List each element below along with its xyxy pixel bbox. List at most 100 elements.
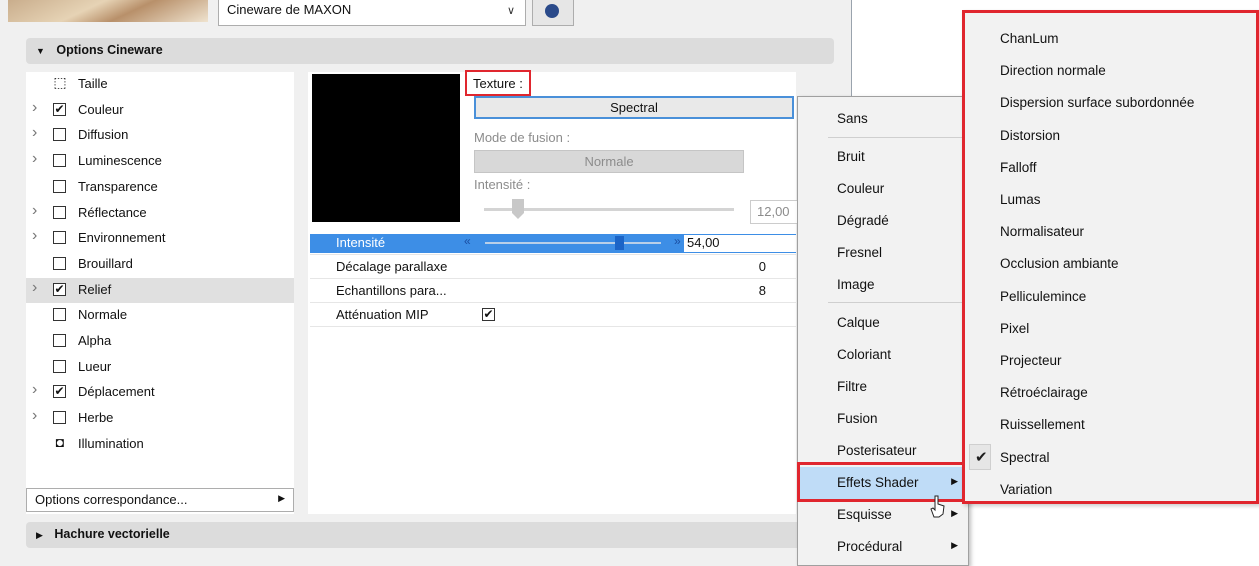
texture-preview	[312, 74, 460, 222]
channel-checkbox[interactable]	[53, 231, 66, 245]
expand-chevron-icon[interactable]: ›	[32, 227, 37, 245]
section-title: Hachure vectorielle	[54, 527, 170, 541]
channel-item[interactable]: › ✔ Couleur	[26, 98, 294, 123]
channel-item[interactable]: › Herbe	[26, 406, 294, 431]
submenu-item[interactable]: ChanLum	[965, 23, 1255, 55]
property-row-decalage[interactable]: Décalage parallaxe 0	[310, 258, 796, 277]
expand-chevron-icon[interactable]: ›	[32, 150, 37, 168]
menu-item[interactable]: Image	[798, 269, 968, 301]
menu-item-label: Bruit	[837, 149, 865, 164]
channel-checkbox[interactable]	[53, 205, 66, 219]
intensite-value-field[interactable]: 54,00	[684, 235, 796, 252]
channel-item[interactable]: ⬚ Taille	[26, 72, 294, 97]
options-correspondance-label: Options correspondance...	[35, 492, 188, 507]
double-chevron-right-icon[interactable]: »	[674, 234, 681, 248]
channel-checkbox[interactable]: ✔	[53, 102, 66, 116]
channel-item[interactable]: Transparence	[26, 175, 294, 200]
submenu-item[interactable]: Occlusion ambiante	[965, 248, 1255, 280]
intensity-value-field[interactable]: 12,00	[750, 200, 800, 224]
menu-item[interactable]: Coloriant	[798, 339, 968, 371]
triangle-right-icon: ▶	[278, 493, 285, 503]
intensite-slider-thumb[interactable]	[615, 236, 625, 250]
submenu-arrow-icon: ▶	[951, 540, 958, 550]
double-chevron-left-icon[interactable]: «	[464, 234, 471, 248]
intensity-label: Intensité :	[474, 177, 531, 192]
texture-select-button[interactable]: Spectral	[474, 96, 794, 119]
property-value[interactable]: 8	[759, 283, 766, 298]
renderer-settings-button[interactable]	[532, 0, 574, 26]
effets-shader-submenu: ChanLum Direction normale Dispersion surfa…	[962, 10, 1259, 504]
channel-checkbox[interactable]	[53, 179, 66, 193]
submenu-item-label: Projecteur	[1000, 353, 1062, 368]
submenu-item[interactable]: Falloff	[965, 152, 1255, 184]
submenu-item[interactable]: Pelliculemince	[965, 281, 1255, 313]
property-row-intensite[interactable]: Intensité « » 54,00	[310, 234, 796, 253]
menu-item[interactable]: Couleur	[798, 173, 968, 205]
submenu-item[interactable]: Ruissellement	[965, 409, 1255, 441]
mouse-cursor-icon	[930, 495, 946, 522]
channel-item[interactable]: › Réflectance	[26, 201, 294, 226]
menu-item[interactable]: Fresnel	[798, 237, 968, 269]
expand-chevron-icon[interactable]: ›	[32, 124, 37, 142]
channel-checkbox[interactable]	[53, 359, 66, 373]
intensite-slider-track[interactable]	[485, 242, 661, 244]
expand-chevron-icon[interactable]: ›	[32, 202, 37, 220]
submenu-item[interactable]: Distorsion	[965, 120, 1255, 152]
channel-checkbox[interactable]	[53, 128, 66, 142]
menu-item[interactable]: Sans	[798, 103, 968, 135]
options-correspondance-button[interactable]: Options correspondance... ▶	[26, 488, 294, 512]
chevron-down-icon: ∨	[506, 5, 515, 17]
submenu-item[interactable]: Dispersion surface subordonnée	[965, 87, 1255, 119]
expand-chevron-icon[interactable]: ›	[32, 279, 37, 297]
channel-item[interactable]: › Environnement	[26, 226, 294, 251]
channel-label: Diffusion	[78, 127, 129, 143]
channel-item[interactable]: › Luminescence	[26, 149, 294, 174]
menu-item[interactable]: Fusion	[798, 403, 968, 435]
channel-checkbox[interactable]	[53, 411, 66, 425]
menu-item[interactable]: Calque	[798, 307, 968, 339]
menu-item[interactable]: Dégradé	[798, 205, 968, 237]
property-value[interactable]: 0	[759, 259, 766, 274]
submenu-item[interactable]: Pixel	[965, 313, 1255, 345]
submenu-item[interactable]: Rétroéclairage	[965, 377, 1255, 409]
submenu-item[interactable]: Normalisateur	[965, 216, 1255, 248]
channel-item[interactable]: Brouillard	[26, 252, 294, 277]
channel-item[interactable]: Lueur	[26, 355, 294, 380]
row-divider	[310, 278, 796, 279]
blend-mode-button[interactable]: Normale	[474, 150, 744, 173]
menu-item[interactable]: Procédural ▶	[798, 531, 968, 563]
sphere-icon	[545, 4, 559, 18]
menu-item[interactable]: Filtre	[798, 371, 968, 403]
channel-item[interactable]: › Diffusion	[26, 123, 294, 148]
submenu-item[interactable]: Variation	[965, 474, 1255, 506]
submenu-item[interactable]: Projecteur	[965, 345, 1255, 377]
expand-chevron-icon[interactable]: ›	[32, 407, 37, 425]
submenu-item-label: Dispersion surface subordonnée	[1000, 95, 1195, 111]
section-header-options-cineware[interactable]: ▼ Options Cineware	[26, 38, 834, 64]
channel-item[interactable]: ◘ Illumination	[26, 432, 294, 457]
channel-label: Taille	[78, 76, 108, 91]
expand-chevron-icon[interactable]: ›	[32, 99, 37, 117]
channel-item[interactable]: › ✔ Relief	[26, 277, 294, 303]
submenu-item[interactable]: ✔ Spectral	[965, 442, 1255, 474]
channel-item[interactable]: Alpha	[26, 329, 294, 354]
submenu-item-label: Occlusion ambiante	[1000, 256, 1119, 272]
property-row-attenuation[interactable]: Atténuation MIP ✔	[310, 306, 796, 325]
submenu-item[interactable]: Direction normale	[965, 55, 1255, 87]
property-row-echantillons[interactable]: Echantillons para... 8	[310, 282, 796, 301]
channel-item[interactable]: › ✔ Déplacement	[26, 380, 294, 405]
channel-checkbox[interactable]: ✔	[53, 385, 66, 399]
channel-checkbox[interactable]	[53, 154, 66, 168]
channel-item[interactable]: Normale	[26, 303, 294, 328]
channel-checkbox[interactable]	[53, 308, 66, 322]
section-header-hachure-vectorielle[interactable]: ▶ Hachure vectorielle	[26, 522, 834, 548]
submenu-item-label: Falloff	[1000, 159, 1037, 175]
renderer-select[interactable]: Cineware de MAXON ∨	[218, 0, 526, 26]
expand-chevron-icon[interactable]: ›	[32, 381, 37, 399]
channel-checkbox[interactable]	[53, 256, 66, 270]
menu-item[interactable]: Bruit	[798, 141, 968, 173]
submenu-item[interactable]: Lumas	[965, 184, 1255, 216]
attenuation-checkbox[interactable]: ✔	[482, 308, 495, 321]
channel-checkbox[interactable]	[53, 334, 66, 347]
channel-checkbox[interactable]: ✔	[53, 282, 66, 296]
